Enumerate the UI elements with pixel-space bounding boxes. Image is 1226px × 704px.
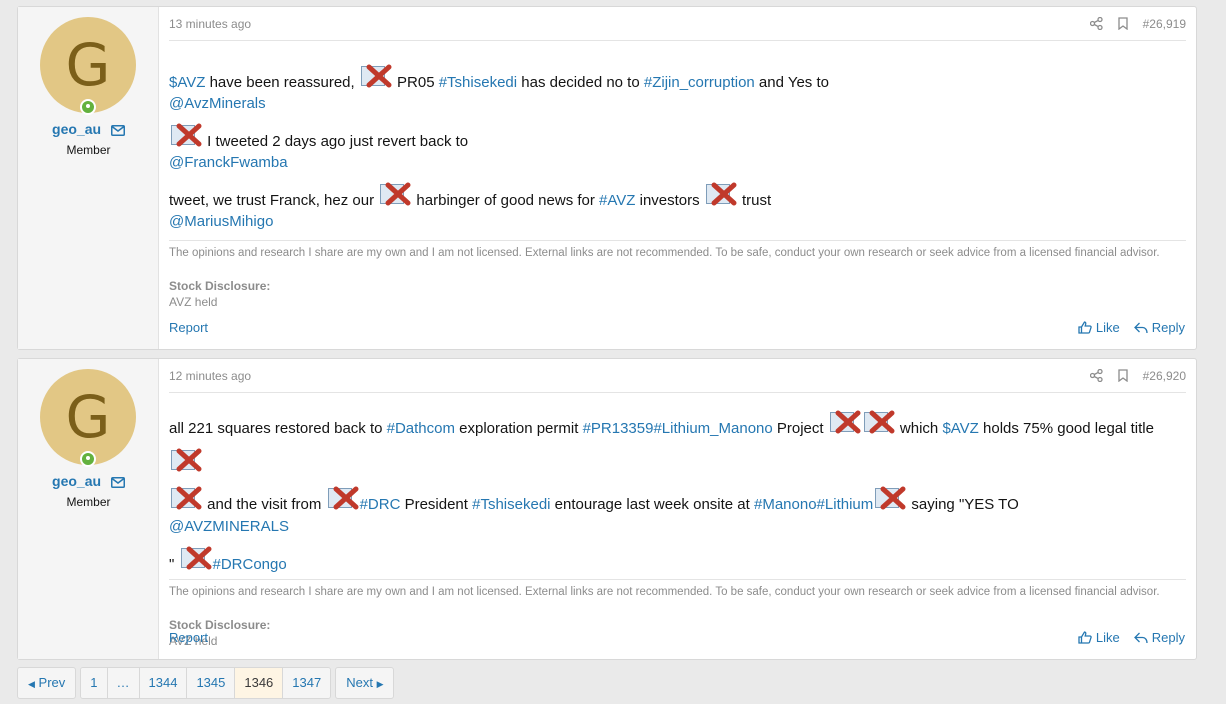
hashtag-link[interactable]: #Lithium <box>817 496 874 513</box>
chevron-left-icon: ◀ <box>28 679 35 689</box>
page-list: 1 … 1344 1345 1346 1347 <box>80 667 332 699</box>
page-link[interactable]: 1344 <box>139 668 188 698</box>
hashtag-link[interactable]: #Tshisekedi <box>439 74 517 91</box>
post-user-column: G geo_au Member <box>18 7 159 349</box>
broken-image-icon <box>379 181 411 208</box>
chevron-right-icon: ▶ <box>376 679 384 689</box>
mention-link[interactable]: @FranckFwamba <box>169 154 288 171</box>
share-icon[interactable] <box>1089 17 1103 30</box>
post-timestamp[interactable]: 13 minutes ago <box>169 17 251 31</box>
hashtag-link[interactable]: #Zijin_corruption <box>644 74 755 91</box>
thumbs-up-icon <box>1078 321 1092 334</box>
reply-arrow-icon <box>1133 322 1148 333</box>
envelope-icon[interactable] <box>110 477 125 488</box>
user-title: Member <box>66 143 111 157</box>
bookmark-icon[interactable] <box>1117 369 1129 382</box>
broken-image-icon <box>360 63 392 90</box>
broken-image-icon <box>874 485 906 512</box>
post-header: 12 minutes ago #26,920 <box>169 359 1186 393</box>
post-main: 13 minutes ago #26,919 $AVZ have been re… <box>159 7 1196 349</box>
post-26919: G geo_au Member 13 minutes ago #26,919 $… <box>17 6 1197 350</box>
signature: The opinions and research I share are my… <box>169 240 1186 309</box>
cashtag-link[interactable]: $AVZ <box>169 74 205 91</box>
hashtag-link[interactable]: #Lithium_Manono <box>653 420 772 437</box>
page-link[interactable]: 1 <box>81 668 108 698</box>
thumbs-up-icon <box>1078 631 1092 644</box>
broken-image-icon <box>863 409 895 436</box>
post-main: 12 minutes ago #26,920 all 221 squares r… <box>159 359 1196 659</box>
prev-page-button[interactable]: ◀ Prev <box>17 667 77 699</box>
broken-image-icon <box>705 181 737 208</box>
post-paragraph: all 221 squares restored back to #Dathco… <box>169 409 1186 523</box>
page-jump[interactable]: … <box>107 668 140 698</box>
hashtag-link[interactable]: #PR13359 <box>583 420 654 437</box>
cashtag-link[interactable]: $AVZ <box>942 420 978 437</box>
online-status-icon <box>80 451 96 467</box>
report-link[interactable]: Report <box>169 320 208 335</box>
disclosure-value: AVZ held <box>169 295 218 309</box>
like-button[interactable]: Like <box>1078 320 1120 335</box>
hashtag-link[interactable]: #Tshisekedi <box>472 496 550 513</box>
broken-image-icon <box>170 447 202 474</box>
username-link[interactable]: geo_au <box>52 473 101 489</box>
envelope-icon[interactable] <box>110 125 125 136</box>
post-26920: G geo_au Member 12 minutes ago #26,920 a… <box>17 358 1197 660</box>
pagination: ◀ Prev 1 … 1344 1345 1346 1347 Next ▶ <box>17 667 395 699</box>
broken-image-icon <box>180 545 212 572</box>
post-header: 13 minutes ago #26,919 <box>169 7 1186 41</box>
post-paragraph: tweet, we trust Franck, hez our harbinge… <box>169 181 1186 232</box>
disclaimer-text: The opinions and research I share are my… <box>169 247 1160 259</box>
share-icon[interactable] <box>1089 369 1103 382</box>
broken-image-icon <box>829 409 861 436</box>
post-timestamp[interactable]: 12 minutes ago <box>169 369 251 383</box>
bookmark-icon[interactable] <box>1117 17 1129 30</box>
page-link[interactable]: 1345 <box>187 668 236 698</box>
post-footer: Report Like Reply <box>169 320 1185 335</box>
post-body: $AVZ have been reassured, PR05 #Tshiseke… <box>169 41 1186 232</box>
post-paragraph: I tweeted 2 days ago just revert back to… <box>169 122 1186 173</box>
post-paragraph: $AVZ have been reassured, PR05 #Tshiseke… <box>169 63 1186 114</box>
disclosure-label: Stock Disclosure: <box>169 279 271 293</box>
hashtag-link[interactable]: #DRC <box>360 496 401 513</box>
post-body: all 221 squares restored back to #Dathco… <box>169 393 1186 575</box>
post-footer: Report Like Reply <box>169 630 1185 645</box>
hashtag-link[interactable]: #DRCongo <box>213 556 287 573</box>
broken-image-icon <box>327 485 359 512</box>
post-number[interactable]: #26,920 <box>1143 369 1186 383</box>
page-current[interactable]: 1346 <box>235 668 284 698</box>
reply-button[interactable]: Reply <box>1133 630 1185 645</box>
post-paragraph: " #DRCongo <box>169 545 1186 575</box>
user-title: Member <box>66 495 111 509</box>
broken-image-icon <box>170 122 202 149</box>
hashtag-link[interactable]: #AVZ <box>599 192 635 209</box>
post-user-column: G geo_au Member <box>18 359 159 659</box>
online-status-icon <box>80 99 96 115</box>
page-link[interactable]: 1347 <box>283 668 331 698</box>
reply-arrow-icon <box>1133 632 1148 643</box>
report-link[interactable]: Report <box>169 630 208 645</box>
reply-button[interactable]: Reply <box>1133 320 1185 335</box>
like-button[interactable]: Like <box>1078 630 1120 645</box>
disclaimer-text: The opinions and research I share are my… <box>169 586 1160 598</box>
next-page-button[interactable]: Next ▶ <box>335 667 395 699</box>
mention-link[interactable]: @MariusMihigo <box>169 213 273 230</box>
mention-link[interactable]: @AvzMinerals <box>169 95 266 112</box>
username-link[interactable]: geo_au <box>52 121 101 137</box>
mention-link[interactable]: @AVZMINERALS <box>169 518 289 535</box>
broken-image-icon <box>170 485 202 512</box>
post-number[interactable]: #26,919 <box>1143 17 1186 31</box>
hashtag-link[interactable]: #Dathcom <box>387 420 455 437</box>
hashtag-link[interactable]: #Manono <box>754 496 817 513</box>
